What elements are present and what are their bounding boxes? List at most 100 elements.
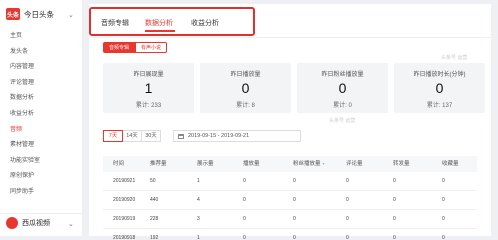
table-cell: 192 — [150, 235, 159, 240]
subtab-audiobook[interactable]: 有声小说 — [135, 42, 168, 53]
sidebar-item-materials[interactable]: 素材管理 — [10, 138, 40, 154]
table-cell: 0 — [442, 178, 445, 184]
date-range-picker[interactable]: 2019-09-15 - 2019-09-21 — [173, 130, 301, 142]
chevron-down-icon[interactable]: ⌄ — [68, 11, 74, 19]
table-cell: 0 — [243, 178, 246, 184]
table-cell: 0 — [243, 216, 246, 222]
range-14-days[interactable]: 14天 — [122, 130, 142, 142]
table-row: 20190920 440 4 0 0 0 0 0 — [103, 191, 477, 210]
toutiao-logo-icon: 头条 — [6, 8, 20, 20]
stat-total: 累计: 137 — [426, 103, 453, 109]
table-cell: 0 — [442, 197, 445, 203]
xigua-logo-icon — [6, 217, 18, 229]
table-cell: 440 — [150, 197, 159, 203]
stat-card-fan-plays: 昨日粉丝播放量 0 累计: 0 — [297, 63, 388, 113]
tab-revenue-analysis[interactable]: 收益分析 — [191, 18, 219, 28]
table-cell: 1 — [197, 178, 200, 184]
table-cell: 20190919 — [113, 216, 136, 222]
table-cell: 0 — [346, 178, 349, 184]
range-7-days[interactable]: 7天 — [103, 130, 123, 142]
stat-label: 昨日播放量 — [230, 72, 261, 78]
subtab-audio-album[interactable]: 音频专辑 — [103, 42, 136, 53]
table-cell: 0 — [442, 235, 445, 240]
stat-label: 昨日展现量 — [133, 72, 164, 78]
table-cell: 0 — [442, 216, 445, 222]
main-panel: 音频专辑 数据分析 收益分析 音频专辑 有声小说 昨日展现量 1 累计: 233… — [89, 4, 491, 240]
table-row: 20190921 50 1 0 0 0 0 0 — [103, 172, 477, 191]
column-header: 展示量 — [197, 161, 214, 167]
calendar-icon — [178, 133, 184, 139]
column-header-label: 粉丝播放量 — [293, 161, 321, 167]
stat-value: 0 — [241, 80, 250, 96]
column-header: 转发量 — [393, 161, 410, 167]
table-header: 时间 推荐量 展示量 播放量 粉丝播放量 ▾ 评论量 转发量 收藏量 — [103, 156, 477, 172]
brand2-name: 西瓜视频 — [22, 220, 50, 227]
table-row: 20190918 192 1 0 0 0 0 0 — [103, 229, 477, 240]
sidebar-nav: 主页 发头条 内容管理 评论管理 数据分析 收益分析 音频 素材管理 功能实验室… — [10, 29, 40, 201]
table-cell: 0 — [393, 197, 396, 203]
table-cell: 0 — [346, 197, 349, 203]
table-row: 20190919 228 3 0 0 0 0 0 — [103, 210, 477, 229]
tab-divider — [89, 37, 491, 38]
stat-card-impressions: 昨日展现量 1 累计: 233 — [103, 63, 194, 113]
table-cell: 0 — [393, 216, 396, 222]
sidebar-item-publish[interactable]: 发头条 — [10, 45, 40, 61]
stat-card-play-duration: 昨日播放时长(分钟) 0 累计: 137 — [394, 63, 485, 113]
sidebar-item-sync[interactable]: 同步助手 — [10, 185, 40, 201]
stat-total: 累计: 8 — [236, 103, 255, 109]
table-cell: 0 — [346, 235, 349, 240]
sidebar-item-lab[interactable]: 功能实验室 — [10, 154, 40, 170]
column-header: 时间 — [113, 161, 125, 167]
brand-switcher-xigua[interactable]: 西瓜视频 — [6, 217, 50, 229]
tab-audio-album[interactable]: 音频专辑 — [101, 18, 129, 28]
data-table: 时间 推荐量 展示量 播放量 粉丝播放量 ▾ 评论量 转发量 收藏量 201909… — [103, 156, 477, 240]
chevron-down-icon[interactable]: ⌄ — [68, 220, 74, 228]
column-header: 收藏量 — [442, 161, 459, 167]
sidebar-item-original[interactable]: 原创保护 — [10, 169, 40, 185]
sidebar-item-analytics[interactable]: 数据分析 — [10, 91, 40, 107]
stat-card-plays: 昨日播放量 0 累计: 8 — [200, 63, 291, 113]
sidebar-item-revenue[interactable]: 收益分析 — [10, 107, 40, 123]
stat-value: 1 — [144, 80, 153, 96]
active-tab-indicator — [145, 30, 175, 32]
stat-label: 昨日播放时长(分钟) — [413, 72, 466, 78]
table-cell: 3 — [197, 216, 200, 222]
sidebar-item-comments[interactable]: 评论管理 — [10, 76, 40, 92]
date-range-text: 2019-09-15 - 2019-09-21 — [188, 132, 250, 139]
table-cell: 20190918 — [113, 235, 136, 240]
column-header: 播放量 — [243, 161, 260, 167]
sidebar-item-home[interactable]: 主页 — [10, 29, 40, 45]
stat-label: 昨日粉丝播放量 — [321, 72, 364, 78]
brand-switcher[interactable]: 头条 今日头条 — [6, 7, 54, 21]
sidebar-divider — [0, 213, 82, 214]
table-cell: 4 — [197, 197, 200, 203]
table-cell: 20190920 — [113, 197, 136, 203]
column-header: 推荐量 — [150, 161, 167, 167]
sidebar-item-content[interactable]: 内容管理 — [10, 60, 40, 76]
date-range-presets: 7天 14天 30天 — [103, 130, 161, 142]
table-cell: 0 — [393, 235, 396, 240]
table-cell: 228 — [150, 216, 159, 222]
table-cell: 20190921 — [113, 178, 136, 184]
sidebar-item-audio[interactable]: 音频 — [10, 123, 40, 139]
column-header[interactable]: 粉丝播放量 ▾ — [293, 156, 325, 172]
table-cell: 0 — [293, 216, 296, 222]
stat-value: 0 — [435, 80, 444, 96]
table-cell: 0 — [293, 235, 296, 240]
brand-name: 今日头条 — [24, 9, 54, 19]
table-cell: 0 — [243, 197, 246, 203]
table-cell: 0 — [293, 197, 296, 203]
tab-data-analysis[interactable]: 数据分析 — [145, 18, 173, 28]
table-cell: 1 — [197, 235, 200, 240]
stat-total: 累计: 0 — [333, 103, 352, 109]
range-30-days[interactable]: 30天 — [141, 130, 161, 142]
subtab-group: 音频专辑 有声小说 — [103, 42, 168, 53]
sidebar: 头条 今日头条 ⌄ 主页 发头条 内容管理 评论管理 数据分析 收益分析 音频 … — [0, 0, 82, 236]
watermark: 头条号 运营 — [329, 118, 356, 124]
watermark: 头条号 运营 — [441, 55, 468, 61]
stat-value: 0 — [338, 80, 347, 96]
table-cell: 0 — [346, 216, 349, 222]
table-cell: 0 — [293, 178, 296, 184]
sort-icon: ▾ — [322, 161, 325, 166]
column-header: 评论量 — [346, 161, 363, 167]
